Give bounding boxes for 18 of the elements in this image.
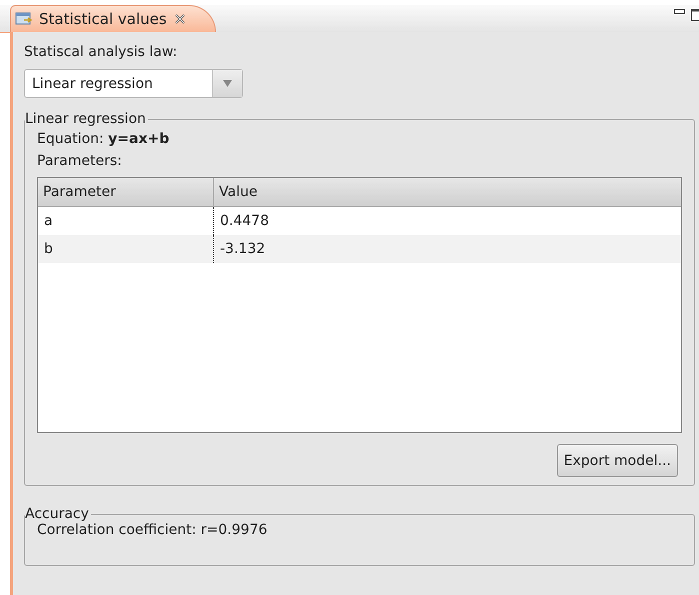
close-icon[interactable]	[174, 14, 185, 24]
group-title: Linear regression	[25, 111, 147, 127]
law-label: Statiscal analysis law:	[24, 44, 178, 60]
minimize-icon[interactable]	[674, 9, 685, 15]
table-cell-text: 0.4478	[219, 212, 270, 231]
law-dropdown[interactable]: Linear regression	[24, 69, 243, 98]
column-header[interactable]: Value	[214, 178, 681, 206]
table-cell-text: -3.132	[219, 240, 266, 259]
equation-text: Equation: y=ax+b	[37, 131, 170, 147]
column-header[interactable]: Parameter	[38, 178, 214, 206]
group-title: Accuracy	[25, 506, 90, 522]
dropdown-caret-icon	[223, 80, 232, 87]
view-tab[interactable]: Statistical values	[10, 5, 216, 32]
export-model-button[interactable]: Export model...	[556, 444, 678, 477]
parameters-label: Parameters:	[37, 153, 123, 169]
table-cell: b	[38, 235, 214, 263]
correlation-text: Correlation coefficient: r=0.9976	[37, 522, 268, 538]
maximize-icon[interactable]	[691, 9, 699, 21]
